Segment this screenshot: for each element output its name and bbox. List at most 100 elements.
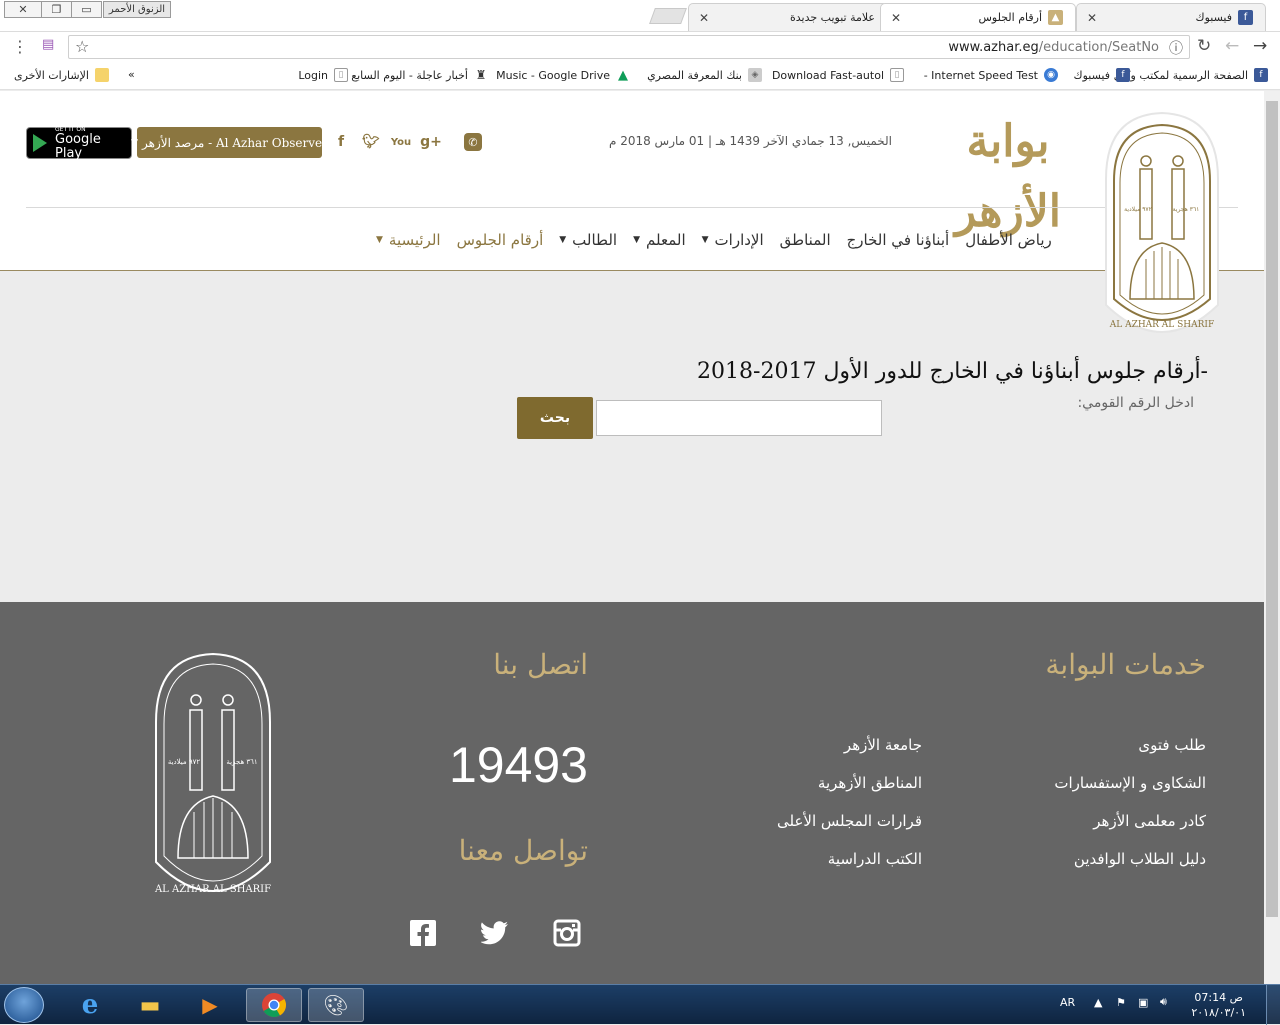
address-bar[interactable]: ☆ www.azhar.eg/education/SeatNo ⓘ: [68, 35, 1190, 59]
footer-link[interactable]: جامعة الأزهر: [844, 736, 922, 754]
bookmark-item[interactable]: ▯ Login: [298, 68, 348, 82]
nav-label: رياض الأطفال: [965, 231, 1052, 249]
pdf-extension-icon[interactable]: ▤: [42, 37, 54, 52]
header-social-links: f 🐦︎ You g+ ✆: [330, 131, 490, 153]
bookmark-item[interactable]: ▯ Download Fast-autol: [772, 68, 904, 82]
nav-label: أرقام الجلوس: [456, 231, 544, 249]
page-icon: ▯: [890, 68, 904, 82]
twitter-icon[interactable]: [480, 918, 510, 948]
ekb-icon: ◈: [748, 68, 762, 82]
reload-icon[interactable]: ↻: [1197, 36, 1211, 56]
facebook-icon[interactable]: [408, 918, 438, 948]
chrome-icon[interactable]: [246, 988, 302, 1022]
window-close-button[interactable]: ✕: [4, 1, 42, 18]
footer-link[interactable]: الشكاوى و الإستفسارات: [1054, 774, 1206, 792]
footer-link[interactable]: المناطق الأزهرية: [818, 774, 922, 792]
bookmark-item[interactable]: ▲ Music - Google Drive: [496, 68, 630, 83]
show-hidden-icons[interactable]: ▲: [1094, 996, 1102, 1009]
file-explorer-icon[interactable]: ▬: [122, 988, 178, 1022]
page-scrollbar[interactable]: [1264, 91, 1280, 984]
address-toolbar: ⋮ ▤ ☆ www.azhar.eg/education/SeatNo ⓘ ↻ …: [0, 32, 1280, 62]
site-wordmark-logo[interactable]: بوابة الأزهر: [928, 107, 1088, 237]
footer-link[interactable]: طلب فتوى: [1138, 736, 1206, 754]
volume-icon[interactable]: 🔊︎: [1160, 995, 1167, 1009]
profile-button[interactable]: الزنوق الأحمر: [103, 1, 171, 18]
new-tab-button[interactable]: [649, 8, 687, 24]
caret-down-icon: ▼: [559, 235, 567, 245]
bookmark-item[interactable]: ◈ بنك المعرفة المصري: [647, 68, 762, 82]
google-play-badge[interactable]: GET IT ON Google Play: [26, 126, 132, 160]
nav-item-student[interactable]: الطالب ▼: [559, 231, 617, 249]
header-divider: [26, 207, 1238, 208]
bookmark-item[interactable]: f فيسبوك: [1074, 68, 1130, 82]
youtube-icon[interactable]: You: [390, 131, 412, 153]
show-desktop-button[interactable]: [1266, 985, 1280, 1025]
site-info-icon[interactable]: ⓘ: [1169, 38, 1183, 58]
nav-item-home[interactable]: الرئيسية ▼: [376, 231, 441, 249]
caret-down-icon: ▼: [376, 235, 383, 245]
url-domain: www.azhar.eg: [948, 40, 1039, 55]
nav-item-regions[interactable]: المناطق: [780, 231, 831, 249]
clock-time: 07:14 ص: [1194, 991, 1243, 1004]
action-center-icon[interactable]: ⚑: [1116, 996, 1126, 1009]
other-bookmarks[interactable]: ■ الإشارات الأخرى: [14, 68, 109, 82]
forward-icon[interactable]: ←: [1225, 36, 1239, 56]
page-title: -أرقام جلوس أبناؤنا في الخارج للدور الأو…: [697, 359, 1208, 384]
bookmark-label: Internet Speed Test -: [923, 68, 1038, 82]
twitter-icon[interactable]: 🐦︎: [360, 131, 382, 153]
bookmark-star-icon[interactable]: ☆: [75, 37, 89, 56]
internet-explorer-icon[interactable]: e: [62, 988, 118, 1022]
window-restore-button[interactable]: ❐: [41, 1, 72, 18]
phone-icon[interactable]: ✆: [464, 133, 482, 151]
tab-seat-numbers[interactable]: ▲ أرقام الجلوس ✕: [880, 3, 1076, 31]
nav-label: الرئيسية: [388, 231, 441, 249]
nav-item-departments[interactable]: الإدارات ▼: [702, 231, 764, 249]
tab-new-tab[interactable]: علامة تبويب جديدة ✕: [688, 3, 888, 31]
site-footer: خدمات البوابة طلب فتوى الشكاوى و الإستفس…: [0, 602, 1264, 984]
nav-label: المعلم: [646, 231, 686, 249]
footer-link[interactable]: دليل الطلاب الوافدين: [1074, 850, 1206, 868]
footer-emblem-logo[interactable]: AL AZHAR AL SHARIF ٣٦١ هجرية ٩٧٢ ميلادية: [150, 652, 276, 914]
nav-item-abroad[interactable]: أبناؤنا في الخارج: [847, 231, 950, 249]
caret-down-icon: ▼: [633, 235, 641, 245]
header-date: الخميس, 13 جمادي الآخر 1439 هـ | 01 مارس…: [608, 134, 892, 148]
bookmarks-more-button[interactable]: »: [128, 68, 135, 81]
national-id-input[interactable]: [596, 400, 882, 436]
footer-emblem-text: AL AZHAR AL SHARIF: [154, 884, 271, 895]
start-button[interactable]: [4, 987, 44, 1023]
footer-link[interactable]: كادر معلمى الأزهر: [1093, 812, 1206, 830]
scrollbar-thumb[interactable]: [1266, 101, 1278, 917]
bookmark-item[interactable]: ◉ Internet Speed Test -: [924, 68, 1058, 82]
footer-link[interactable]: الكتب الدراسية: [828, 850, 922, 868]
bookmark-label: Download Fast-autol: [771, 68, 884, 82]
tab-facebook[interactable]: f فيسبوك ✕: [1076, 3, 1266, 31]
main-navigation: الرئيسية ▼ أرقام الجلوس الطالب ▼ المعلم ▼ ا…: [360, 227, 1080, 253]
tab-close-icon[interactable]: ✕: [699, 11, 709, 25]
network-icon[interactable]: ▣: [1138, 996, 1148, 1009]
back-icon[interactable]: →: [1253, 36, 1267, 56]
url-path: /education/SeatNo: [1038, 40, 1159, 55]
language-indicator[interactable]: AR: [1060, 996, 1075, 1009]
nav-item-kindergarten[interactable]: رياض الأطفال: [965, 231, 1052, 249]
search-button[interactable]: بحث: [517, 397, 593, 439]
system-tray: AR ▲ ⚑ ▣ 🔊︎ 07:14 ص ٢٠١٨/٠٣/٠١: [1050, 985, 1280, 1025]
tab-close-icon[interactable]: ✕: [1087, 11, 1097, 25]
paint-icon[interactable]: 🎨︎: [308, 988, 364, 1022]
nav-item-teacher[interactable]: المعلم ▼: [633, 231, 686, 249]
google-plus-icon[interactable]: g+: [420, 131, 442, 153]
facebook-icon[interactable]: f: [330, 131, 352, 153]
footer-link[interactable]: قرارات المجلس الأعلى: [777, 812, 922, 830]
media-player-icon[interactable]: ▶: [182, 988, 238, 1022]
nav-item-seat-numbers[interactable]: أرقام الجلوس: [457, 231, 544, 249]
observer-dropdown-button[interactable]: ▼ مرصد الأزهر - Al Azhar Observer: [131, 127, 328, 158]
tab-title: علامة تبويب جديدة: [789, 11, 875, 24]
menu-icon[interactable]: ⋮: [12, 37, 28, 56]
window-minimize-button[interactable]: ▭: [71, 1, 102, 18]
bookmark-item[interactable]: ♜ أخبار عاجلة - اليوم السابع: [351, 68, 488, 82]
clock[interactable]: 07:14 ص ٢٠١٨/٠٣/٠١: [1191, 990, 1246, 1020]
instagram-icon[interactable]: [552, 918, 582, 948]
azhar-emblem-logo[interactable]: AL AZHAR AL SHARIF ٣٦١ هجرية ٩٧٢ ميلادية: [1098, 109, 1226, 341]
bookmark-item[interactable]: f الصفحة الرسمية لمكتب وكيل: [1114, 68, 1268, 82]
site-header: GET IT ON Google Play ▼ مرصد الأزهر - Al…: [0, 91, 1264, 271]
tab-close-icon[interactable]: ✕: [891, 11, 901, 25]
